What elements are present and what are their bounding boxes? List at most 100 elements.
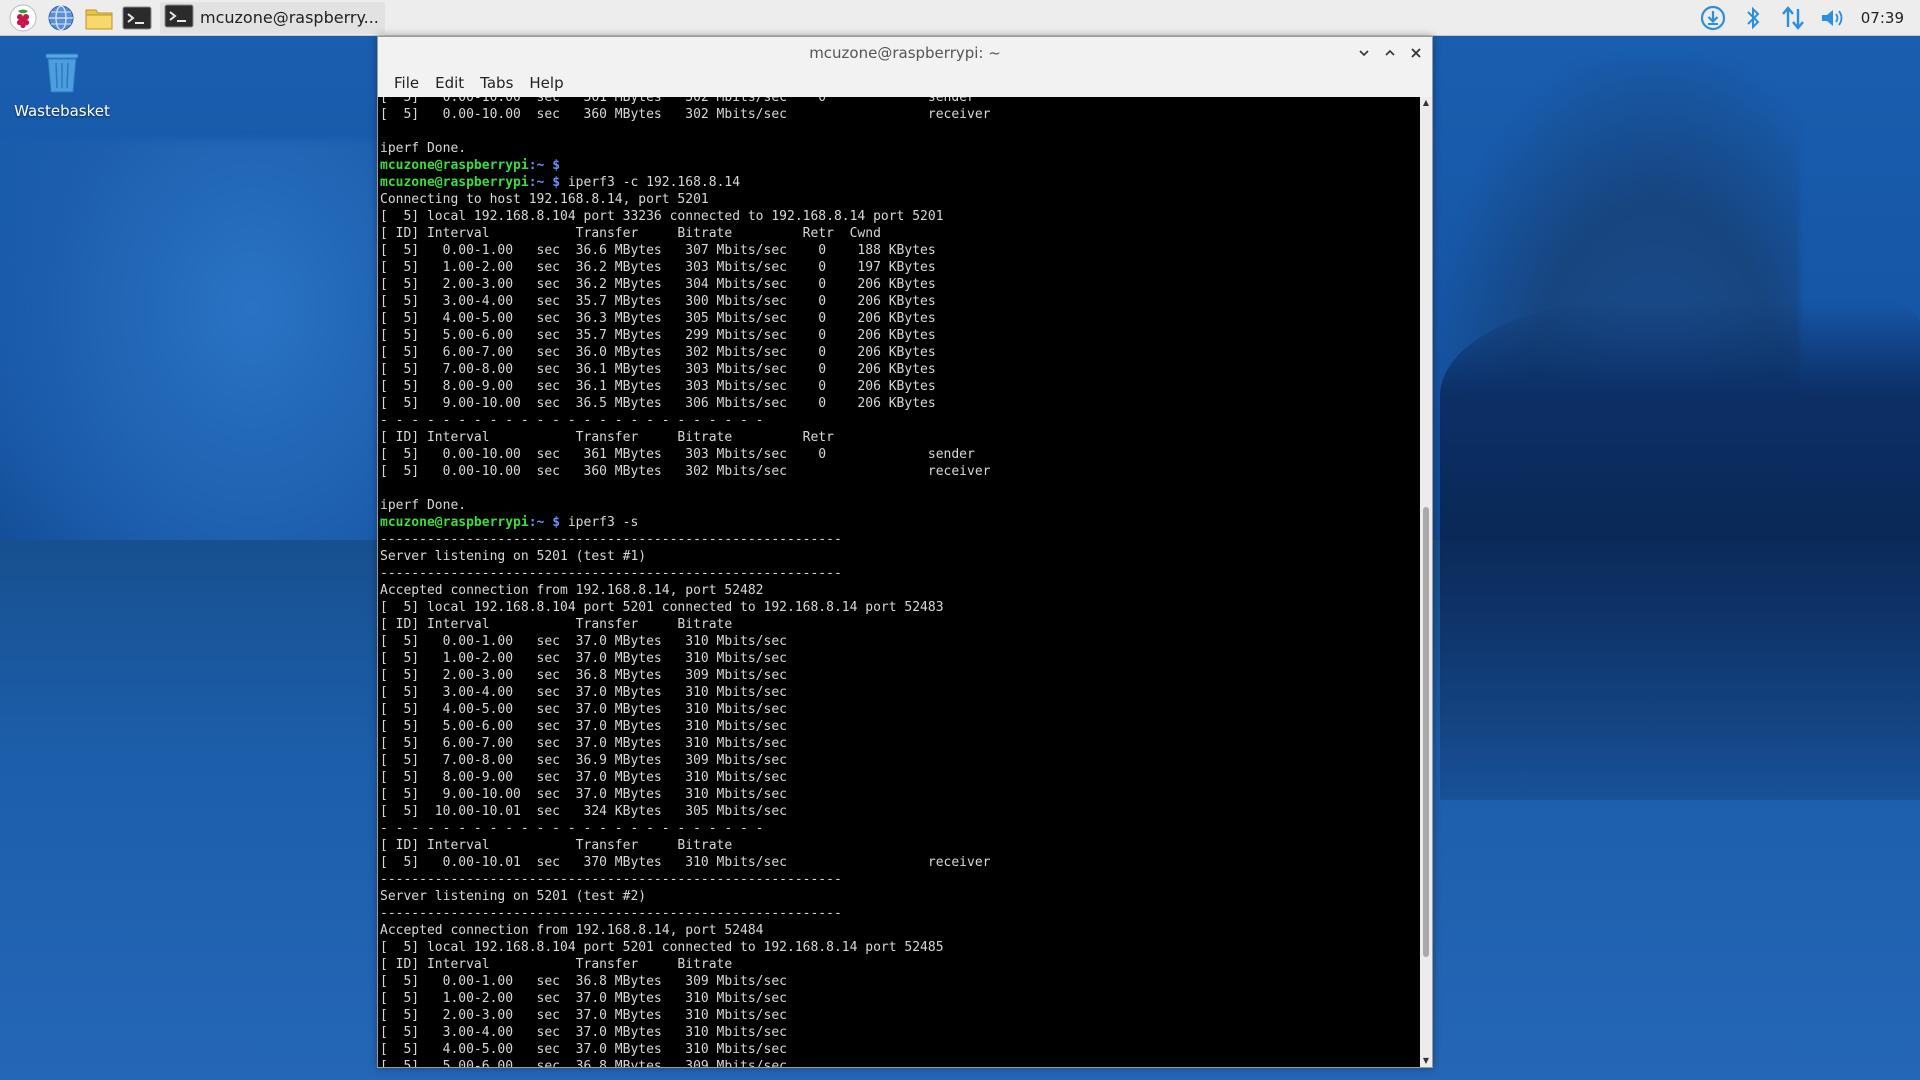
network-transfer-icon[interactable] [1773, 0, 1813, 36]
close-button[interactable] [1406, 43, 1426, 63]
terminal-task-icon [164, 2, 194, 34]
terminal-line: [ 5] 6.00-7.00 sec 37.0 MBytes 310 Mbits… [380, 736, 787, 751]
prompt-user: mcuzone@raspberrypi [380, 158, 529, 173]
terminal-line: [ 5] 9.00-10.00 sec 37.0 MBytes 310 Mbit… [380, 787, 787, 802]
terminal-prompt-line: mcuzone@raspberrypi:~ $ iperf3 -c 192.16… [380, 174, 1418, 191]
terminal-line: [ 5] 5.00-6.00 sec 37.0 MBytes 310 Mbits… [380, 719, 787, 734]
prompt-command: iperf3 -s [560, 515, 639, 530]
menu-help[interactable]: Help [521, 74, 571, 92]
raspberry-menu-icon[interactable] [8, 3, 38, 33]
terminal-line: [ 5] 2.00-3.00 sec 36.2 MBytes 304 Mbits… [380, 277, 936, 292]
terminal-line: [ ID] Interval Transfer Bitrate Retr [380, 430, 834, 445]
terminal-line: [ 5] 4.00-5.00 sec 37.0 MBytes 310 Mbits… [380, 702, 787, 717]
terminal-line: ----------------------------------------… [380, 566, 842, 581]
terminal-output[interactable]: [ 5] 0.00-10.00 sec 361 MBytes 302 Mbits… [378, 97, 1432, 1067]
terminal-line: [ 5] 0.00-1.00 sec 36.8 MBytes 309 Mbits… [380, 974, 787, 989]
trash-icon [40, 48, 84, 98]
terminal-line: [ 5] local 192.168.8.104 port 33236 conn… [380, 209, 944, 224]
terminal-line: [ ID] Interval Transfer Bitrate Retr Cwn… [380, 226, 881, 241]
terminal-line: - - - - - - - - - - - - - - - - - - - - … [380, 413, 764, 428]
terminal-line: ----------------------------------------… [380, 532, 842, 547]
terminal-line: [ 5] 0.00-1.00 sec 36.6 MBytes 307 Mbits… [380, 243, 936, 258]
top-panel: mcuzone@raspberry... 07:39 [0, 0, 1920, 36]
terminal-line: [ 5] 1.00-2.00 sec 36.2 MBytes 303 Mbits… [380, 260, 936, 275]
web-browser-icon[interactable] [46, 3, 76, 33]
terminal-line: [ 5] 1.00-2.00 sec 37.0 MBytes 310 Mbits… [380, 991, 787, 1006]
terminal-line: Accepted connection from 192.168.8.14, p… [380, 923, 764, 938]
terminal-line: [ 5] 6.00-7.00 sec 36.0 MBytes 302 Mbits… [380, 345, 936, 360]
window-titlebar[interactable]: mcuzone@raspberrypi: ~ [378, 37, 1432, 69]
volume-icon[interactable] [1813, 0, 1853, 36]
minimize-button[interactable] [1354, 43, 1374, 63]
terminal-launcher-icon[interactable] [122, 3, 152, 33]
terminal-line: [ 5] 8.00-9.00 sec 37.0 MBytes 310 Mbits… [380, 770, 787, 785]
terminal-line: [ 5] 3.00-4.00 sec 35.7 MBytes 300 Mbits… [380, 294, 936, 309]
updates-download-icon[interactable] [1693, 0, 1733, 36]
terminal-line: ----------------------------------------… [380, 872, 842, 887]
prompt-path: :~ $ [528, 515, 561, 530]
wallpaper-water-reflection [1440, 540, 1920, 800]
terminal-line: ----------------------------------------… [380, 906, 842, 921]
terminal-line: [ 5] 10.00-10.01 sec 324 KBytes 305 Mbit… [380, 804, 787, 819]
terminal-scrollbar[interactable]: ▲ ▼ [1420, 97, 1432, 1067]
scrollbar-thumb[interactable] [1423, 507, 1429, 957]
terminal-text: [ 5] 0.00-10.00 sec 361 MBytes 302 Mbits… [380, 97, 1418, 1067]
terminal-line: [ 5] 0.00-10.00 sec 360 MBytes 302 Mbits… [380, 464, 991, 479]
terminal-line: [ 5] 3.00-4.00 sec 37.0 MBytes 310 Mbits… [380, 1025, 787, 1040]
terminal-line: [ 5] 5.00-6.00 sec 36.8 MBytes 309 Mbits… [380, 1059, 787, 1067]
terminal-line: Connecting to host 192.168.8.14, port 52… [380, 192, 709, 207]
scroll-up-arrow-icon[interactable]: ▲ [1420, 97, 1432, 109]
terminal-line: [ 5] 1.00-2.00 sec 37.0 MBytes 310 Mbits… [380, 651, 787, 666]
terminal-line: [ 5] 2.00-3.00 sec 37.0 MBytes 310 Mbits… [380, 1008, 787, 1023]
taskbar-task-label: mcuzone@raspberry... [200, 8, 379, 27]
terminal-line: [ 5] 9.00-10.00 sec 36.5 MBytes 306 Mbit… [380, 396, 936, 411]
chevron-up-icon [1385, 49, 1395, 56]
prompt-user: mcuzone@raspberrypi [380, 515, 529, 530]
system-tray: 07:39 [1693, 0, 1920, 36]
terminal-line: [ 5] 4.00-5.00 sec 37.0 MBytes 310 Mbits… [380, 1042, 787, 1057]
prompt-command: iperf3 -c 192.168.8.14 [560, 175, 741, 190]
scroll-down-arrow-icon[interactable]: ▼ [1420, 1055, 1432, 1067]
terminal-line: Server listening on 5201 (test #2) [380, 889, 647, 904]
prompt-user: mcuzone@raspberrypi [380, 175, 529, 190]
terminal-window: mcuzone@raspberrypi: ~ File Edit Tabs He… [377, 36, 1433, 1068]
menu-bar: File Edit Tabs Help [378, 69, 1432, 97]
terminal-line: [ 5] 7.00-8.00 sec 36.1 MBytes 303 Mbits… [380, 362, 936, 377]
close-icon [1411, 48, 1421, 58]
terminal-line: [ 5] 0.00-10.01 sec 370 MBytes 310 Mbits… [380, 855, 991, 870]
terminal-line: [ 5] 8.00-9.00 sec 36.1 MBytes 303 Mbits… [380, 379, 936, 394]
terminal-line: [ ID] Interval Transfer Bitrate [380, 617, 733, 632]
window-controls [1354, 37, 1426, 69]
terminal-line: [ 5] local 192.168.8.104 port 5201 conne… [380, 940, 944, 955]
terminal-line: [ ID] Interval Transfer Bitrate [380, 957, 733, 972]
terminal-line: iperf Done. [380, 141, 467, 156]
taskbar-terminal-task[interactable]: mcuzone@raspberry... [160, 1, 385, 34]
chevron-down-icon [1359, 50, 1369, 57]
terminal-line: [ 5] local 192.168.8.104 port 5201 conne… [380, 600, 944, 615]
prompt-path: :~ $ [528, 175, 561, 190]
maximize-button[interactable] [1380, 43, 1400, 63]
wastebasket-desktop-icon[interactable]: Wastebasket [12, 48, 112, 120]
file-manager-icon[interactable] [84, 3, 114, 33]
terminal-line: [ ID] Interval Transfer Bitrate [380, 838, 733, 853]
terminal-line: [ 5] 0.00-10.00 sec 361 MBytes 303 Mbits… [380, 447, 975, 462]
terminal-line: Server listening on 5201 (test #1) [380, 549, 647, 564]
prompt-path: :~ $ [528, 158, 561, 173]
terminal-line: - - - - - - - - - - - - - - - - - - - - … [380, 821, 764, 836]
window-title: mcuzone@raspberrypi: ~ [809, 44, 1001, 62]
terminal-line: Accepted connection from 192.168.8.14, p… [380, 583, 764, 598]
terminal-line: [ 5] 7.00-8.00 sec 36.9 MBytes 309 Mbits… [380, 753, 787, 768]
wallpaper-trees [1440, 300, 1920, 540]
terminal-line: [ 5] 2.00-3.00 sec 36.8 MBytes 309 Mbits… [380, 668, 787, 683]
terminal-line: [ 5] 0.00-1.00 sec 37.0 MBytes 310 Mbits… [380, 634, 787, 649]
terminal-line: [ 5] 0.00-10.00 sec 360 MBytes 302 Mbits… [380, 107, 991, 122]
menu-tabs[interactable]: Tabs [472, 74, 521, 92]
terminal-line: iperf Done. [380, 498, 467, 513]
clock[interactable]: 07:39 [1853, 9, 1920, 27]
terminal-prompt-line: mcuzone@raspberrypi:~ $ iperf3 -s [380, 514, 1418, 531]
terminal-line: [ 5] 3.00-4.00 sec 37.0 MBytes 310 Mbits… [380, 685, 787, 700]
menu-edit[interactable]: Edit [427, 74, 472, 92]
bluetooth-icon[interactable] [1733, 0, 1773, 36]
menu-file[interactable]: File [386, 74, 427, 92]
